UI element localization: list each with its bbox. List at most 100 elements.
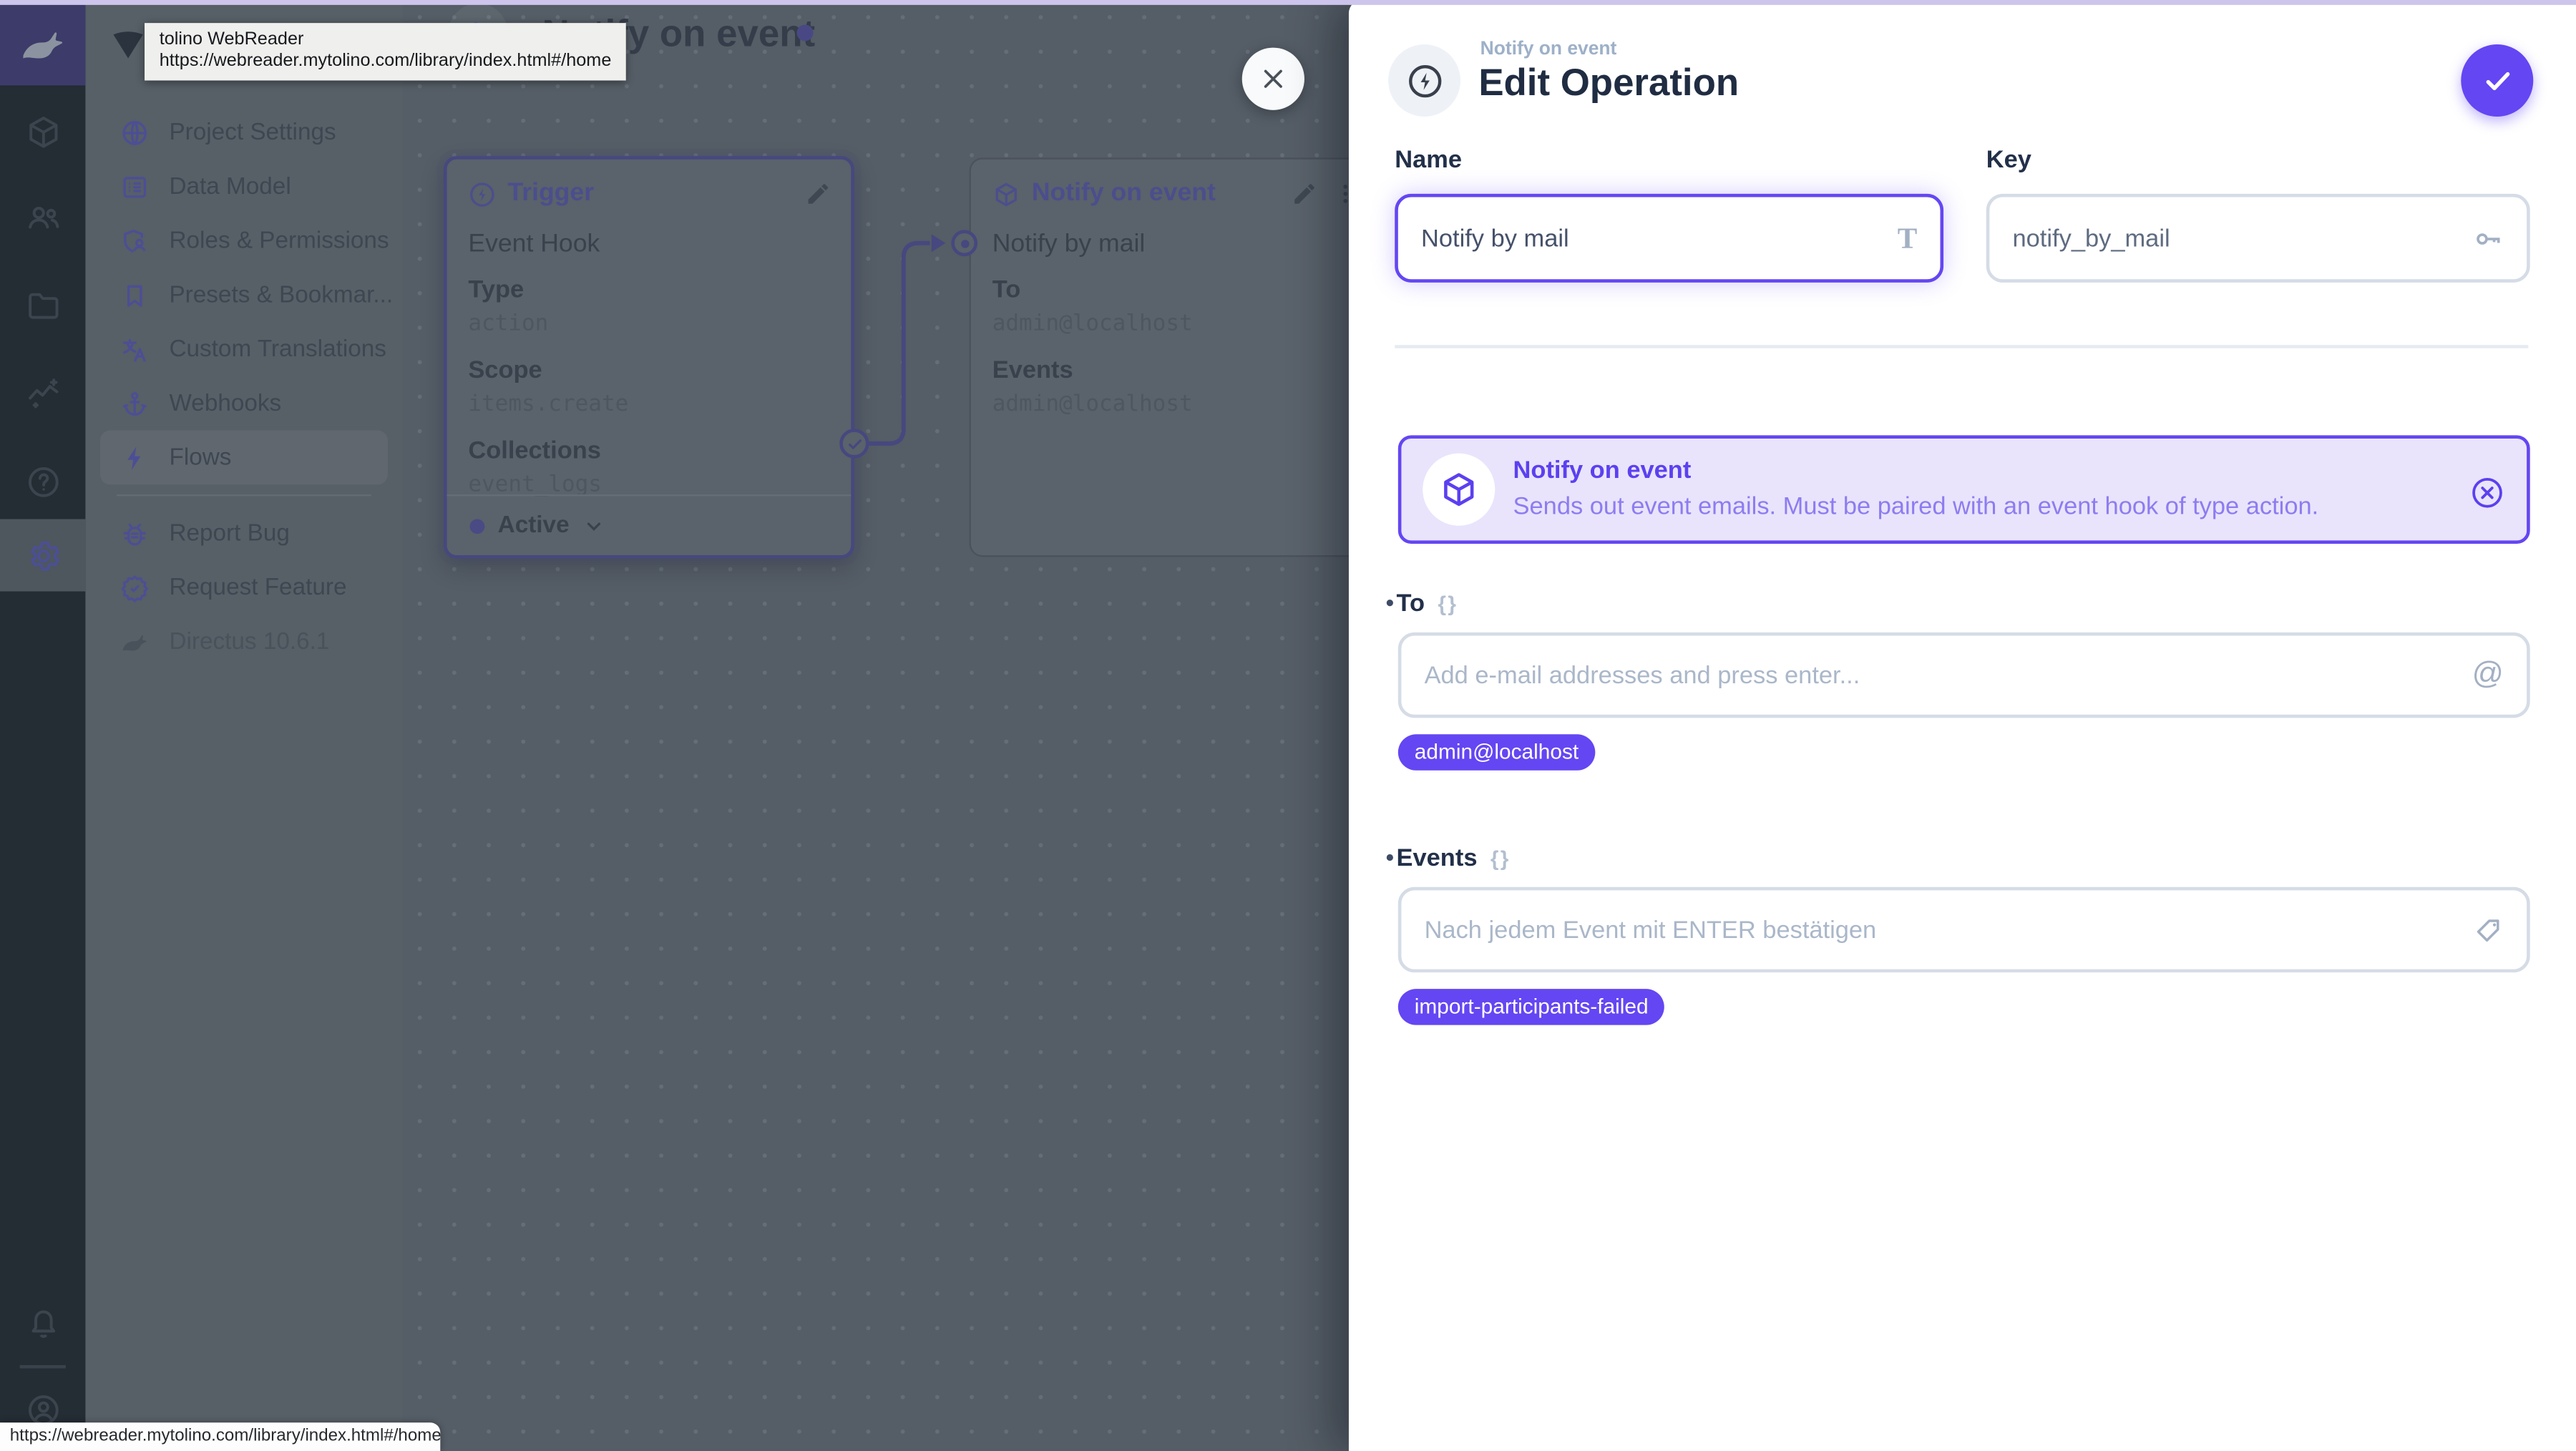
app-version-label: Directus 10.6.1 [169, 628, 330, 655]
globe-icon [120, 117, 150, 147]
sidebar-item-custom-translations[interactable]: Custom Translations [85, 322, 402, 376]
deselect-operation-button[interactable] [2469, 475, 2506, 512]
insights-icon [28, 377, 58, 408]
sidebar-item-version: Directus 10.6.1 [85, 615, 402, 669]
bolt-circle-icon [1407, 64, 1441, 97]
sidebar-divider [117, 494, 371, 497]
tag-icon [2472, 914, 2504, 946]
folder-icon [28, 292, 58, 318]
key-icon [2472, 223, 2504, 254]
drawer-title: Edit Operation [1478, 60, 1740, 104]
top-strip [0, 0, 2576, 4]
name-input-box: T [1395, 193, 1944, 283]
sidebar-item-report-bug[interactable]: Report Bug [85, 506, 402, 560]
module-settings-button[interactable] [0, 519, 86, 592]
tooltip-title: tolino WebReader [159, 29, 304, 49]
to-field-label: To{} [1396, 590, 1458, 618]
alternate-email-icon: @ [2472, 657, 2504, 692]
help-icon [27, 466, 58, 497]
save-button[interactable] [2461, 44, 2534, 117]
sidebar-item-label: Report Bug [169, 519, 290, 547]
drawer-context-label: Notify on event [1480, 39, 1617, 59]
directus-logo-icon [23, 32, 63, 59]
sidebar-item-label: Request Feature [169, 574, 347, 601]
raw-value-toggle-icon[interactable]: {} [1491, 846, 1511, 870]
title-icon: T [1897, 220, 1918, 254]
directus-logo-button[interactable] [0, 3, 86, 86]
settings-navigation: Project Settings Data Model Roles & Perm… [85, 0, 403, 1451]
to-input-box: @ [1397, 632, 2530, 718]
raw-value-toggle-icon[interactable]: {} [1438, 592, 1458, 616]
module-files-button[interactable] [0, 270, 85, 342]
module-insights-button[interactable] [0, 355, 85, 427]
module-help-button[interactable] [0, 445, 85, 517]
operation-type-banner: Notify on event Sends out event emails. … [1397, 435, 2530, 544]
sidebar-item-label: Roles & Permissions [169, 227, 389, 254]
banner-title: Notify on event [1513, 456, 1692, 485]
key-field-label: Key [1986, 146, 2031, 175]
sidebar-item-label: Project Settings [169, 119, 336, 146]
link-tooltip: tolino WebReader https://webreader.mytol… [145, 23, 627, 81]
sidebar-item-webhooks[interactable]: Webhooks [85, 376, 402, 431]
check-icon [847, 439, 861, 449]
events-field-label: Events{} [1396, 844, 1511, 873]
sidebar-item-label: Custom Translations [169, 336, 386, 363]
section-divider [1395, 345, 2529, 348]
sidebar-item-request-feature[interactable]: Request Feature [85, 560, 402, 615]
shield-person-icon [120, 226, 150, 255]
flow-canvas: Notify on event Trigger Event Hook Type … [402, 0, 1349, 1451]
translate-icon [120, 334, 150, 363]
tooltip-url: https://webreader.mytolino.com/library/i… [159, 51, 612, 71]
verified-badge-icon [120, 572, 150, 602]
event-chip[interactable]: import-participants-failed [1397, 989, 1665, 1025]
notifications-button[interactable] [0, 1286, 85, 1359]
sidebar-item-project-settings[interactable]: Project Settings [85, 105, 402, 160]
sidebar-item-flows[interactable]: Flows [100, 430, 388, 485]
sidebar-item-label: Flows [169, 444, 232, 471]
sidebar-item-roles-permissions[interactable]: Roles & Permissions [85, 213, 402, 268]
close-icon [1264, 69, 1282, 88]
connection-wire [867, 234, 946, 446]
edit-operation-drawer: Notify on event Edit Operation Name Key … [1348, 0, 2576, 1451]
events-input-box [1397, 886, 2530, 973]
anchor-icon [120, 389, 150, 418]
sidebar-item-label: Presets & Bookmar... [169, 281, 394, 308]
gear-icon [29, 540, 59, 570]
to-input[interactable] [1424, 661, 2472, 690]
required-dot [1386, 600, 1393, 607]
browser-status-url: https://webreader.mytolino.com/library/i… [0, 1422, 441, 1451]
sidebar-item-label: Data Model [169, 173, 291, 200]
check-icon [2485, 71, 2509, 89]
people-icon [28, 205, 59, 228]
resolve-connector[interactable] [839, 429, 869, 459]
list-icon [120, 172, 150, 201]
drawer-header-icon-circle [1388, 44, 1461, 117]
email-chip[interactable]: admin@localhost [1397, 734, 1596, 771]
module-bar-divider [19, 1364, 66, 1368]
sidebar-item-presets-bookmarks[interactable]: Presets & Bookmar... [85, 268, 402, 322]
banner-description: Sends out event emails. Must be paired w… [1513, 492, 2319, 521]
input-connector[interactable] [951, 230, 978, 257]
module-bar [0, 0, 86, 1451]
module-content-button[interactable] [0, 95, 85, 167]
events-input[interactable] [1424, 915, 2473, 944]
box-icon [1423, 453, 1496, 526]
sidebar-item-data-model[interactable]: Data Model [85, 160, 402, 214]
close-circle-icon [2472, 477, 2502, 508]
module-users-button[interactable] [0, 181, 85, 253]
tooltip-pointer [113, 31, 143, 59]
sidebar-item-label: Webhooks [169, 390, 282, 417]
directus-app: Project Settings Data Model Roles & Perm… [0, 0, 2576, 1451]
bell-icon [31, 1309, 54, 1337]
directus-logo-icon [120, 627, 150, 656]
drawer-close-button[interactable] [1241, 47, 1304, 110]
box-icon [29, 115, 57, 147]
key-input-box [1986, 193, 2530, 283]
bug-icon [120, 518, 150, 547]
name-input[interactable] [1420, 224, 1898, 253]
bolt-icon [120, 443, 150, 472]
name-field-label: Name [1395, 146, 1463, 175]
bookmark-icon [120, 280, 150, 309]
required-dot [1386, 854, 1393, 861]
key-input[interactable] [2012, 224, 2473, 253]
